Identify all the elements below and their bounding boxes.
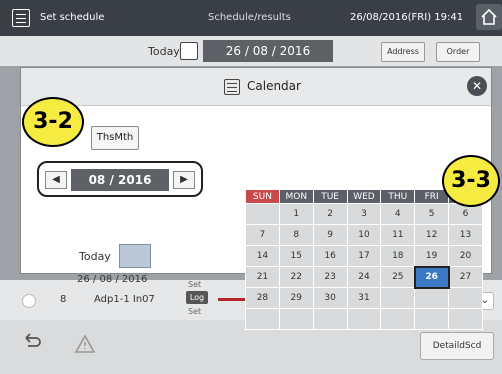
this-month-button[interactable]: ThsMth [91,126,139,150]
calendar-day[interactable]: 21 [245,266,280,288]
calendar-empty-cell [448,287,483,309]
calendar-icon [224,79,240,95]
log-badge: Log [186,291,208,304]
calendar-empty-cell [245,203,280,225]
calendar-day[interactable]: 29 [278,287,314,309]
calendar-day[interactable]: 17 [346,245,382,267]
dialog-header: Calendar ✕ [21,68,491,106]
calendar-day[interactable]: 7 [245,224,280,246]
tab-schedule-results[interactable]: Schedule/results [208,12,291,23]
calendar-day[interactable]: 1 [278,203,314,225]
weekday-header-thu: THU [380,189,416,204]
calendar-day[interactable]: 9 [312,224,348,246]
date-bar: Today 26 / 08 / 2016 Address Order [0,36,502,66]
calendar-empty-cell [346,308,382,330]
calendar-week-row: 21 22 23 24 25 26 27 [245,265,483,289]
detail-schedule-button[interactable]: DetaildScd [420,332,494,360]
calendar-day[interactable]: 11 [380,224,416,246]
date-display: 26 / 08 / 2016 [203,40,333,62]
calendar-week-row: 123456 [245,203,483,225]
calendar-day[interactable]: 30 [312,287,348,309]
calendar-empty-cell [448,308,483,330]
screen-title: Set schedule [40,12,105,23]
today-date: 26 / 08 / 2016 [77,274,148,285]
weekday-header-tue: TUE [312,189,348,204]
home-icon [481,8,497,25]
datetime-display: 26/08/2016(FRI) 19:41 [350,12,464,23]
calendar-day[interactable]: 14 [245,245,280,267]
calendar-day[interactable]: 4 [380,203,416,225]
calendar-grid: SUNMONTUEWEDTHUFRISAT 123456789101112131… [245,189,483,330]
calendar-week-row: 14 15 16 17 18 19 20 [245,245,483,267]
calendar-day[interactable]: 19 [414,245,450,267]
top-bar: Set schedule Schedule/results 26/08/2016… [0,0,502,36]
calendar-day[interactable]: 31 [346,287,382,309]
calendar-day[interactable]: 26 [413,265,450,289]
set-label: Set [188,280,202,289]
home-button[interactable] [476,4,502,30]
calendar-day[interactable]: 12 [414,224,450,246]
calendar-day[interactable]: 20 [448,245,483,267]
weekday-header-wed: WED [346,189,382,204]
calendar-empty-cell [380,287,416,309]
radio-button[interactable] [22,294,36,308]
calendar-day[interactable]: 10 [346,224,382,246]
calendar-day[interactable]: 22 [278,266,314,288]
today-swatch[interactable] [119,244,151,268]
calendar-day[interactable]: 24 [346,266,382,288]
back-arrow-icon [25,333,41,347]
calendar-day[interactable]: 3 [346,203,382,225]
callout-badge: 3-2 [22,97,84,147]
warning-button[interactable] [74,334,102,360]
calendar-day[interactable]: 25 [380,266,416,288]
month-value: 08 / 2016 [71,169,169,191]
close-icon[interactable]: ✕ [467,76,487,96]
next-month-button[interactable]: ▶ [173,171,195,189]
calendar-empty-cell [414,287,450,309]
calendar-table: SUNMONTUEWEDTHUFRISAT 123456789101112131… [245,189,483,330]
calendar-day[interactable]: 8 [278,224,314,246]
calendar-week-row: 28 29 30 31 [245,287,483,309]
weekday-header-fri: FRI [414,189,450,204]
calendar-day[interactable]: 16 [312,245,348,267]
order-button[interactable]: Order [436,42,480,62]
row-name: Adp1-1 In07 [94,294,155,305]
calendar-dialog: Calendar ✕ ThsMth ◀ 08 / 2016 ▶ Today 26… [20,67,492,330]
calendar-icon[interactable] [180,42,198,60]
calendar-icon[interactable] [12,9,30,27]
weekday-header-sun: SUN [245,189,280,204]
calendar-day[interactable]: 5 [414,203,450,225]
prev-month-button[interactable]: ◀ [45,171,67,189]
warning-icon [74,334,96,353]
calendar-day[interactable]: 28 [245,287,280,309]
address-button[interactable]: Address [381,42,425,62]
calendar-day[interactable]: 15 [278,245,314,267]
calendar-empty-cell [312,308,348,330]
calendar-week-row [245,308,483,330]
callout-badge: 3-3 [442,155,500,207]
weekday-header-mon: MON [278,189,314,204]
row-number: 8 [60,294,67,305]
calendar-day[interactable]: 2 [312,203,348,225]
calendar-week-row: 7 8 9 10 11 12 13 [245,224,483,246]
calendar-empty-cell [380,308,416,330]
calendar-empty-cell [414,308,450,330]
calendar-day[interactable]: 13 [448,224,483,246]
calendar-empty-cell [245,308,280,330]
dialog-title: Calendar [247,79,301,93]
month-navigator: ◀ 08 / 2016 ▶ [37,161,203,197]
today-label: Today [79,250,111,263]
set-label: Set [188,307,202,316]
calendar-day[interactable]: 27 [448,266,483,288]
calendar-day[interactable]: 18 [380,245,416,267]
today-label: Today [148,45,180,58]
back-button[interactable] [20,328,60,364]
calendar-day[interactable]: 23 [312,266,348,288]
calendar-empty-cell [278,308,314,330]
